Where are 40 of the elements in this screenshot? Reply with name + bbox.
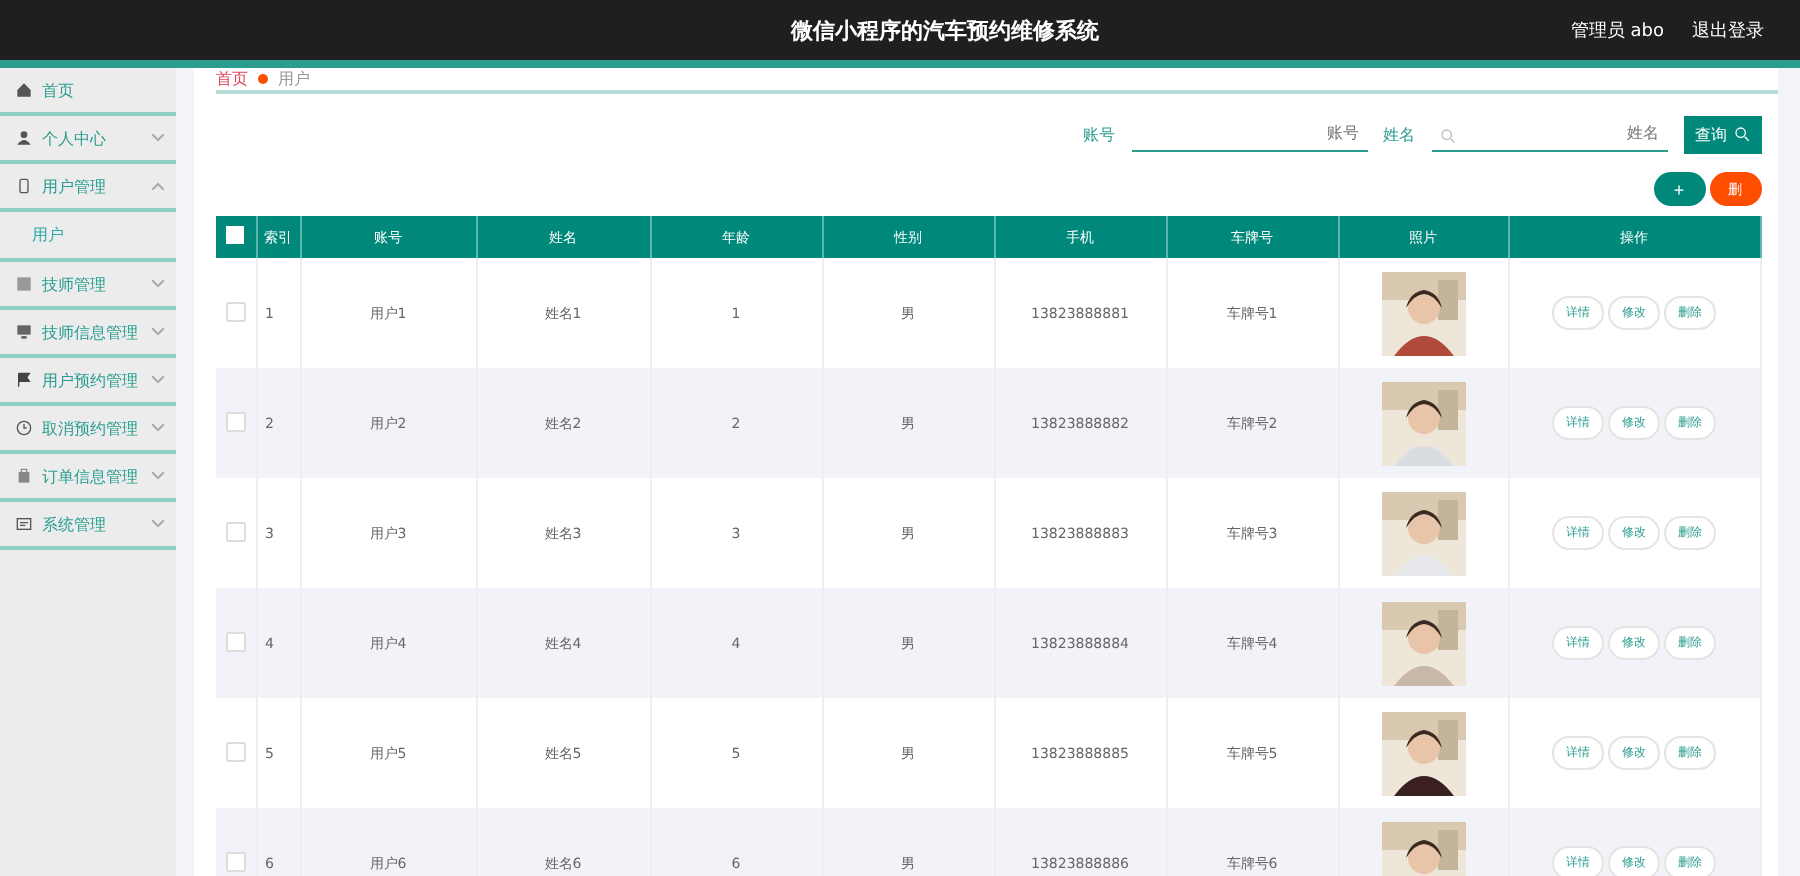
search-field[interactable]: 姓名 (1431, 117, 1667, 151)
search-field[interactable]: 账号 (1131, 117, 1367, 151)
separator-icon (258, 74, 268, 84)
field-label: 姓名 (1383, 123, 1415, 145)
breadcrumb-item: 用户 (278, 68, 310, 90)
menu-item[interactable]: 系统管理 (0, 502, 176, 550)
phone-icon (16, 178, 32, 194)
row-checkbox[interactable] (225, 631, 246, 651)
submenu-item[interactable]: 用户 (0, 212, 176, 262)
menu-item[interactable]: 技师信息管理 (0, 310, 176, 358)
bag-icon (16, 468, 32, 484)
search-icon (1439, 127, 1455, 143)
row-checkbox[interactable] (225, 301, 246, 321)
add-button[interactable]: + (1653, 172, 1705, 206)
row-checkbox[interactable] (225, 741, 246, 761)
search-icon (1733, 126, 1749, 142)
flag-icon (16, 372, 32, 388)
menu-item[interactable]: 首页 (0, 68, 176, 116)
monitor-icon (16, 324, 32, 340)
row-checkbox[interactable] (225, 411, 246, 431)
menu-item[interactable]: 用户管理 (0, 164, 176, 212)
menu-item[interactable]: 技师管理 (0, 262, 176, 310)
logout-link[interactable]: 退出登录 (1692, 17, 1764, 43)
row-checkbox[interactable] (225, 851, 246, 871)
person-icon (16, 130, 32, 146)
menu-item[interactable]: 个人中心 (0, 116, 176, 164)
user-name: 管理员 abo (1570, 19, 1664, 43)
breadcrumb-item[interactable]: 首页 (216, 68, 248, 90)
chat-icon (16, 516, 32, 532)
app-title: 微信小程序的汽车预约维修系统 (788, 15, 1102, 45)
menu-item[interactable]: 用户预约管理 (0, 358, 176, 406)
field-label: 账号 (1083, 123, 1115, 145)
menu-item[interactable]: 取消预约管理 (0, 406, 176, 454)
home-icon (16, 82, 32, 98)
row-checkbox[interactable] (225, 521, 246, 541)
clock-icon (16, 420, 32, 436)
grid-icon (16, 276, 32, 292)
menu-item[interactable]: 订单信息管理 (0, 454, 176, 502)
select-all-checkbox[interactable] (226, 226, 245, 244)
search-button[interactable]: 查询 (1683, 115, 1761, 153)
